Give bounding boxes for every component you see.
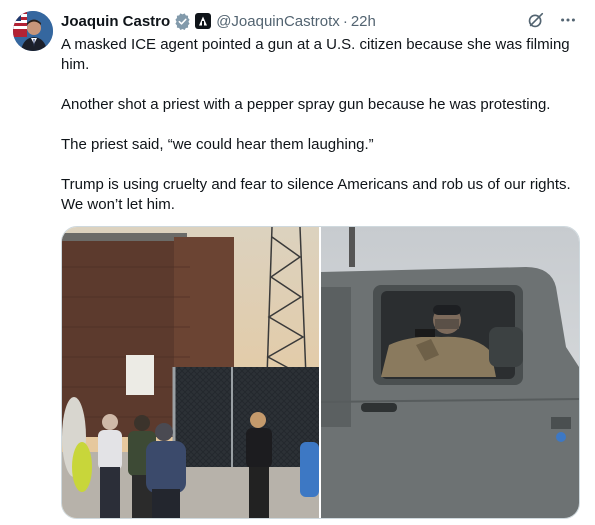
more-icon[interactable] (559, 11, 577, 34)
government-affiliation-icon[interactable] (195, 13, 212, 29)
author-handle[interactable]: @JoaquinCastrotx (216, 13, 340, 30)
tweet-text: A masked ICE agent pointed a gun at a U.… (61, 35, 581, 235)
grok-icon[interactable] (527, 11, 545, 34)
tweet-paragraph: Another shot a priest with a pepper spra… (61, 96, 551, 113)
tweet-header: Joaquin Castro @JoaquinCastrotx · 22h (61, 11, 376, 31)
verified-badge-icon[interactable] (174, 12, 191, 30)
tweet-actions (527, 11, 577, 34)
media-photo-vehicle[interactable] (321, 227, 579, 518)
tweet-paragraph: Trump is using cruelty and fear to silen… (61, 176, 571, 213)
avatar-image (13, 11, 53, 51)
tweet-paragraph: The priest said, “we could hear them lau… (61, 136, 374, 153)
author-name[interactable]: Joaquin Castro (61, 13, 170, 30)
timestamp[interactable]: 22h (351, 13, 376, 30)
tweet-paragraph: A masked ICE agent pointed a gun at a U.… (61, 36, 570, 73)
avatar[interactable] (13, 11, 53, 51)
protest-photo (62, 227, 319, 518)
media-grid (61, 226, 580, 519)
header-separator: · (342, 12, 348, 30)
media-photo-protest[interactable] (62, 227, 319, 518)
vehicle-photo (321, 227, 579, 518)
